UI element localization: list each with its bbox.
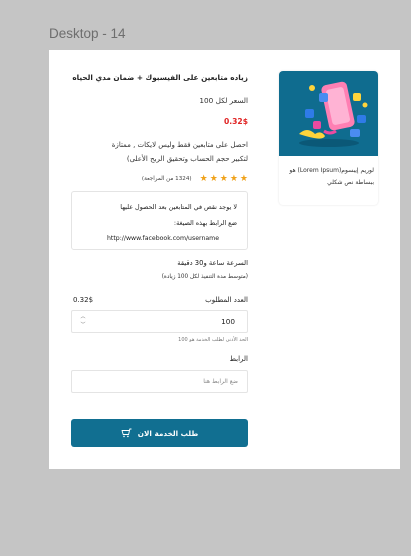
speed-text: السرعة ساعة و30 دقيقة (177, 259, 248, 267)
star-icon: ★ (229, 173, 238, 184)
order-button[interactable]: طلب الخدمة الان (71, 419, 248, 447)
notes-line: لا يوجد نقص في المتابعين بعد الحصول عليه… (120, 203, 237, 211)
service-title: زياده متابعين على الفيسبوك + ضمان مدي ال… (72, 73, 248, 82)
product-text-line: ببساطة نص شكلي (327, 179, 374, 186)
quantity-stepper[interactable]: ︿ ﹀ 100 (71, 310, 248, 333)
link-input[interactable] (71, 370, 248, 393)
description-line: لتكبير حجم الحساب وتحقيق الربح الأعلى) (126, 155, 248, 163)
star-icon: ★ (209, 173, 218, 184)
product-text: لوريم إيبسوم(Lorem Ipsum) هو ببساطة نص ش… (283, 165, 374, 189)
min-order-note: الحد الأدنى لطلب الخدمة هو 100 (178, 337, 248, 343)
price-per-label: السعر لكل 100 (199, 96, 248, 105)
link-label: الرابط (229, 355, 248, 363)
star-icon: ★ (239, 173, 248, 184)
notes-box: لا يوجد نقص في المتابعين بعد الحصول عليه… (71, 191, 248, 250)
notes-example-link: http://www.facebook.com/username (107, 235, 219, 242)
chevron-up-icon[interactable]: ︿ (79, 313, 87, 321)
service-description: احصل على متابعين فقط وليس لايكات , ممتاز… (90, 138, 248, 166)
product-image (279, 71, 378, 156)
order-button-label: طلب الخدمة الان (137, 428, 199, 438)
description-line: احصل على متابعين فقط وليس لايكات , ممتاز… (111, 141, 248, 149)
chevron-down-icon[interactable]: ﹀ (79, 321, 87, 329)
phone-social-illustration (299, 81, 368, 147)
service-price: 0.32$ (223, 117, 248, 126)
star-icon: ★ (199, 173, 208, 184)
frame-title: Desktop - 14 (49, 26, 126, 41)
star-icon: ★ (219, 173, 228, 184)
cart-icon (121, 428, 132, 438)
stepper-arrows: ︿ ﹀ (79, 313, 87, 331)
quantity-label: العدد المطلوب (205, 296, 248, 304)
reviews-count: (1324 من المراجعة) (141, 176, 192, 182)
quantity-value[interactable]: 100 (221, 317, 235, 326)
rating: (1324 من المراجعة) ★ ★ ★ ★ ★ (130, 173, 248, 185)
speed-note: (متوسط مدة التنفيذ لكل 100 زيادة) (161, 274, 248, 280)
product-card[interactable]: لوريم إيبسوم(Lorem Ipsum) هو ببساطة نص ش… (279, 71, 378, 205)
notes-line: ضع الرابط بهذه الصيغة: (173, 218, 237, 227)
product-text-line: لوريم إيبسوم(Lorem Ipsum) هو (289, 167, 374, 174)
quantity-price: 0.32$ (73, 296, 94, 304)
